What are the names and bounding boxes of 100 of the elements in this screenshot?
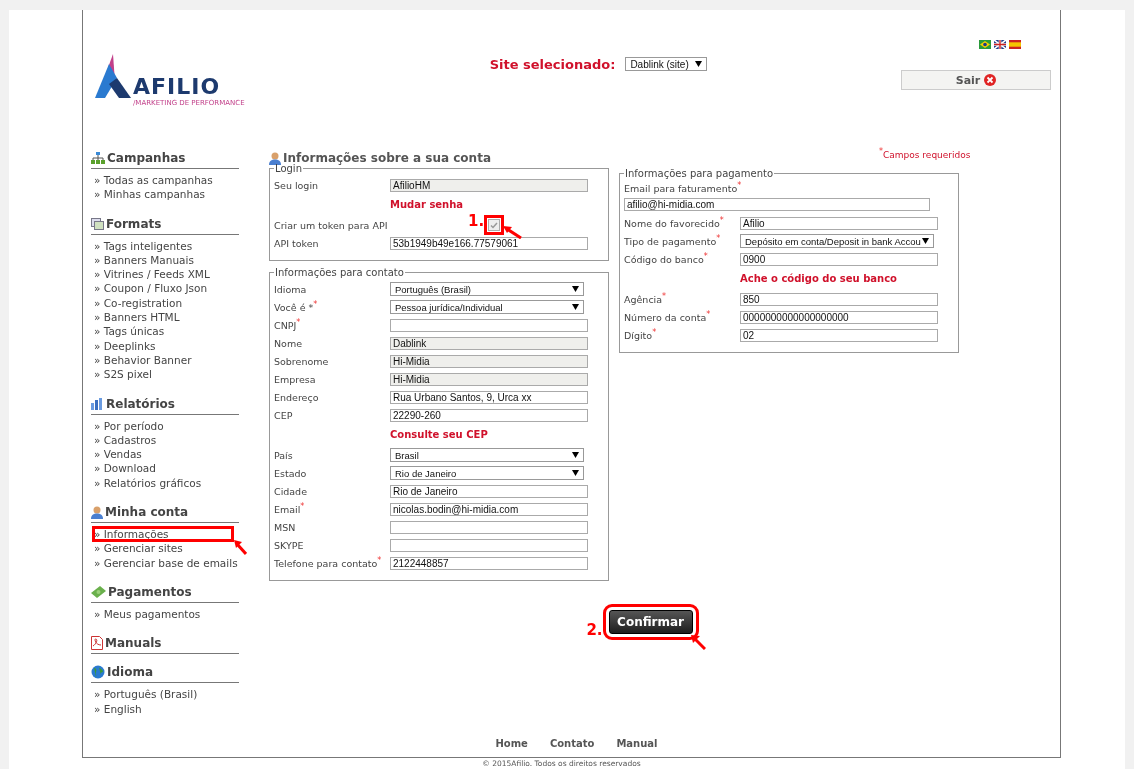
field-label: Código do banco$^{*}$ [624,253,709,265]
footer-link[interactable]: Contato [549,738,595,749]
dropdown[interactable]: Português (Brasil) [390,282,584,296]
dropdown[interactable]: Depósito em conta/Deposit in bank Accou [740,234,934,248]
field-label: Você é *$^{*}$ [274,301,319,313]
step-number: 2. [586,623,603,638]
field-label: MSN [274,521,297,533]
caret-icon [572,304,579,310]
sidebar-link[interactable]: » Behavior Banner [93,352,239,368]
footer-link[interactable]: Manual [616,738,658,749]
sidebar-link[interactable]: » S2S pixel [93,367,239,382]
dropdown[interactable]: Rio de Janeiro [390,466,584,480]
sidebar-link[interactable]: » Coupon / Fluxo Json [93,281,239,296]
step-number: 1. [468,212,485,230]
logout-button[interactable]: Sair [901,70,1051,90]
user-icon [91,505,103,519]
text-field[interactable]: Rio de Janeiro [390,484,588,498]
sidebar-link[interactable]: » Co-registration [93,295,239,311]
field-label: Email para faturamento$^{*}$ [624,183,740,194]
sidebar-link[interactable]: » Por período [93,418,239,433]
page-title: Informações sobre a sua conta [283,151,491,165]
globe-icon [91,665,105,680]
close-icon [984,74,997,86]
pointer-arrow [689,634,706,650]
field-label: Nome do favorecido$^{*}$ [624,217,725,229]
text-field[interactable]: 2122448857 [390,556,588,570]
section-heading: Minha conta [105,505,189,520]
sidebar-link[interactable]: » Download [93,461,239,476]
text-field[interactable]: nicolas.bodin@hi-midia.com [390,502,588,516]
sidebar-link[interactable]: » Vendas [93,447,239,462]
logo-mark-icon [95,54,131,98]
user-icon [269,151,281,165]
sidebar-link[interactable]: » Banners Manuais [93,252,239,268]
sidebar-link[interactable]: » Cadastros [93,432,239,448]
brazil-flag-icon[interactable] [979,40,991,49]
text-field[interactable] [390,318,588,332]
field-label: Nome [274,337,304,349]
bar-chart-icon [91,397,104,410]
field-label: API token [274,237,320,249]
dropdown[interactable]: Pessoa jurídica/Individual [390,300,584,314]
pointer-arrow [502,225,522,239]
field-label: Criar um token para API [274,219,389,231]
text-field[interactable]: Dablink [390,336,588,350]
sidebar-link[interactable]: » Deeplinks [93,338,239,353]
field-label: Empresa [274,373,317,385]
section-heading: Formats [106,216,162,231]
windows-icon [91,217,104,230]
text-field[interactable]: Hi-Midia [390,372,588,386]
sidebar-link[interactable]: » Todas as campanhas [93,173,239,188]
text-field[interactable] [390,520,588,534]
sidebar-link[interactable]: » Meus pagamentos [93,606,239,622]
text-field[interactable]: Hi-Midia [390,354,588,368]
section-heading: Relatórios [106,396,175,411]
panel-legend: Informações para contato [274,267,405,278]
text-field[interactable]: 0900 [740,252,938,266]
sidebar-link[interactable]: » English [93,701,239,716]
text-field[interactable]: 850 [740,292,938,306]
sidebar-link[interactable]: » Gerenciar sites [93,541,239,556]
caret-icon [572,286,579,292]
sidebar-link[interactable]: » Informações [93,527,233,542]
site-label: Site selecionado: [489,56,616,72]
banknote-icon [91,585,106,598]
field-label: Telefone para contato$^{*}$ [274,557,383,569]
field-label: Cidade [274,485,308,497]
text-field[interactable]: afilio@hi-midia.com [624,198,930,211]
site-dropdown[interactable]: Dablink (site) [625,57,707,71]
sidebar-link[interactable]: » Português (Brasil) [93,687,239,702]
help-link[interactable]: Consulte seu CEP [390,424,604,446]
text-field[interactable]: Afilio [740,216,938,230]
text-field[interactable]: 53b1949b49e166.77579061 [390,236,588,250]
text-field[interactable]: Rua Urbano Santos, 9, Urca xx [390,390,588,404]
sidebar-link[interactable]: » Gerenciar base de emails [93,555,239,570]
sidebar-link[interactable]: » Banners HTML [93,310,239,325]
text-field[interactable]: AfilioHM [390,178,588,192]
text-field[interactable]: 22290-260 [390,408,588,422]
sidebar-link[interactable]: » Tags únicas [93,324,239,339]
sidebar-link[interactable]: » Vitrines / Feeds XML [93,267,239,282]
help-link[interactable]: Ache o código do seu banco [740,268,954,290]
caret-icon [572,452,579,458]
text-field[interactable]: 02 [740,328,938,342]
section-heading: Pagamentos [108,584,192,599]
sidebar-link[interactable]: » Minhas campanhas [93,187,239,202]
caret-icon [922,238,929,244]
field-label: Endereço [274,391,320,403]
pointer-arrow [233,539,247,556]
field-label: Sobrenome [274,355,330,367]
text-field[interactable] [390,538,588,552]
field-label: SKYPE [274,539,305,551]
logo-text: AFILIO [133,76,221,98]
sitemap-icon [91,152,105,164]
field-label: CEP [274,409,294,421]
sidebar-link[interactable]: » Relatórios gráficos [93,475,239,491]
footer-link[interactable]: Home [495,738,528,749]
text-field[interactable]: 0000000000000000000 [740,310,938,324]
field-label: Número da conta$^{*}$ [624,311,712,323]
section-heading: Manuals [105,636,162,651]
uk-flag-icon[interactable] [994,40,1006,49]
dropdown[interactable]: Brasil [390,448,584,462]
sidebar-link[interactable]: » Tags inteligentes [93,238,239,253]
panel-legend: Login [274,163,303,174]
